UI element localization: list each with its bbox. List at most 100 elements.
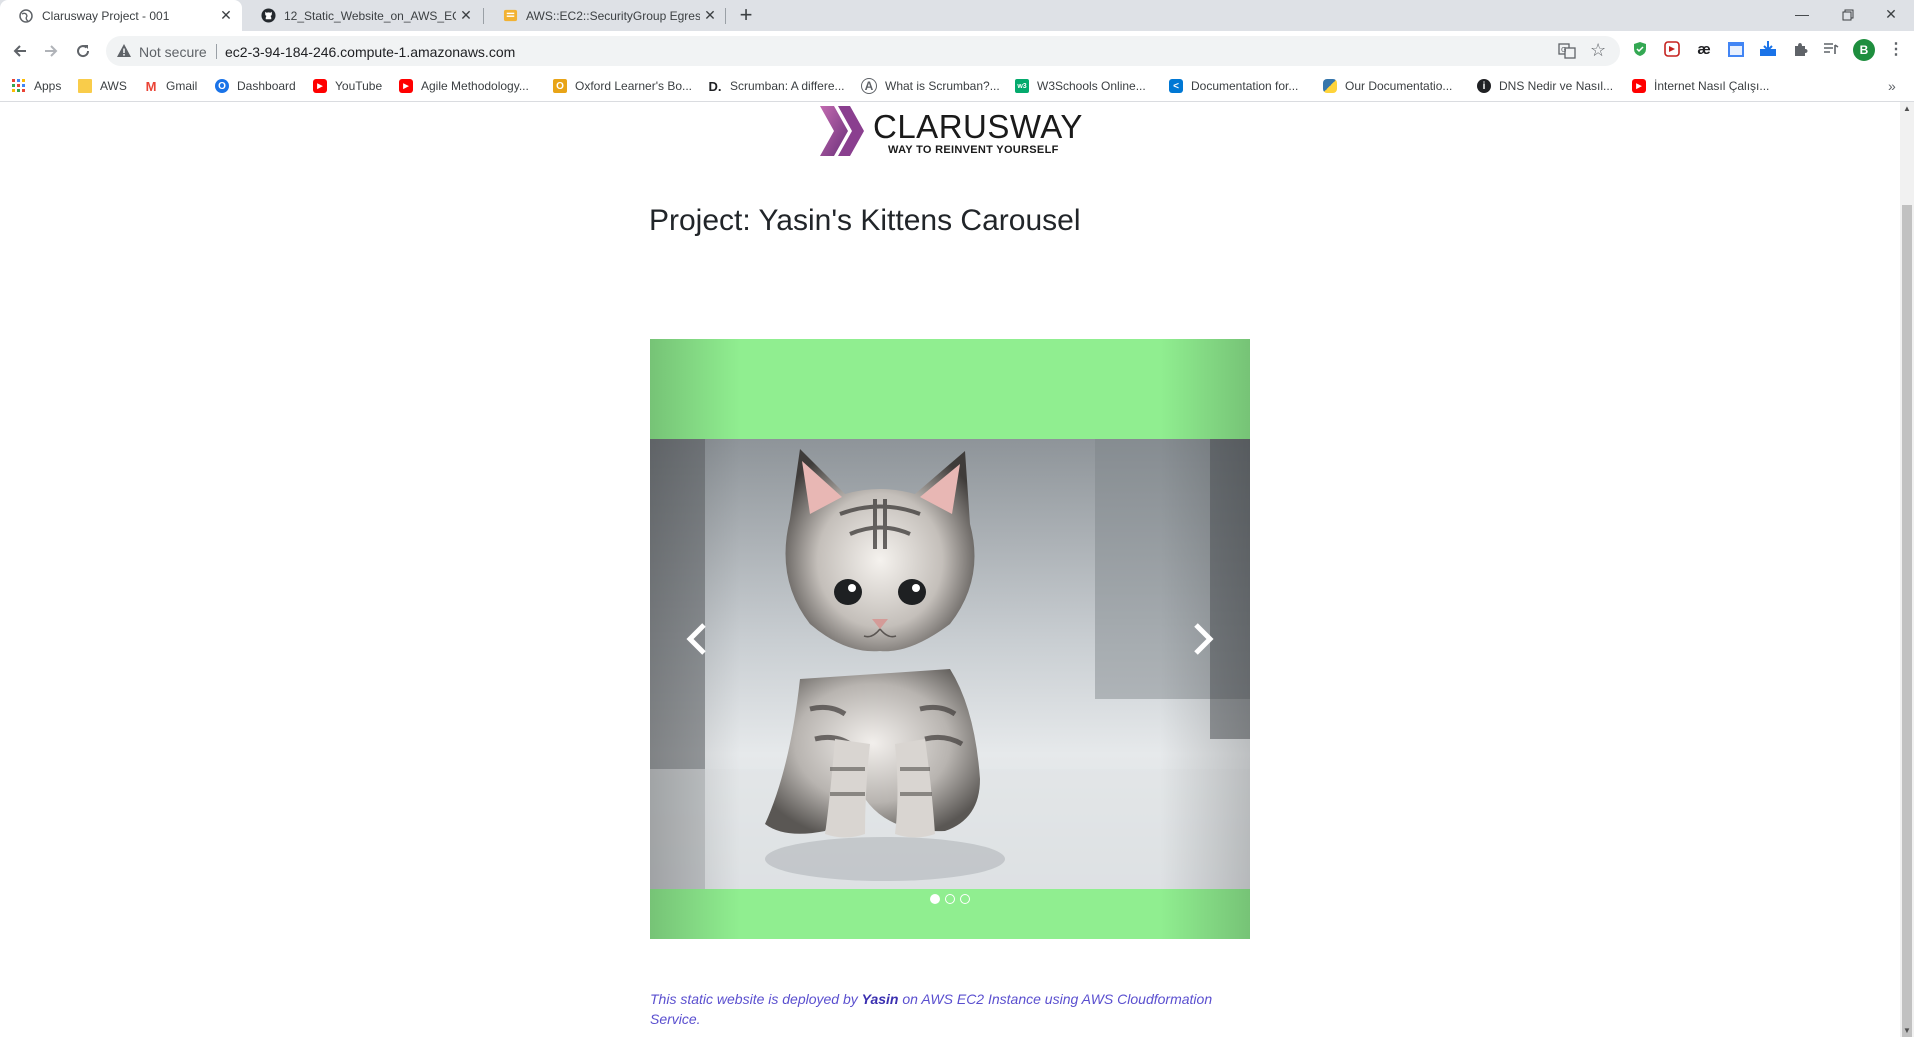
browser-toolbar: Not secure ec2-3-94-184-246.compute-1.am… bbox=[0, 31, 1914, 71]
bookmark-youtube[interactable]: ▶ YouTube bbox=[313, 77, 382, 95]
tab-aws-doc[interactable]: AWS::EC2::SecurityGroup Egress ✕ bbox=[484, 0, 726, 31]
bookmark-internet[interactable]: ▶ İnternet Nasıl Çalışı... bbox=[1632, 77, 1769, 95]
tab-separator bbox=[725, 8, 726, 24]
media-extension-icon[interactable] bbox=[1662, 39, 1682, 59]
chevron-right-icon bbox=[1194, 623, 1214, 655]
gmail-icon: M bbox=[145, 78, 157, 94]
bookmark-dns[interactable]: i DNS Nedir ve Nasıl... bbox=[1477, 77, 1613, 95]
info-icon: i bbox=[1477, 79, 1491, 93]
bookmark-label: Agile Methodology... bbox=[421, 79, 529, 93]
youtube-icon: ▶ bbox=[1632, 79, 1646, 93]
bookmark-what-is-scrumban[interactable]: A What is Scrumban?... bbox=[861, 77, 1000, 95]
oxford-icon: O bbox=[553, 79, 567, 93]
reading-list-icon[interactable] bbox=[1821, 39, 1841, 59]
aws-doc-icon bbox=[502, 8, 518, 24]
vscode-icon: < bbox=[1169, 79, 1183, 93]
clarusway-chevron-icon bbox=[820, 106, 864, 156]
bookmark-label: W3Schools Online... bbox=[1037, 79, 1146, 93]
bookmark-oxford[interactable]: O Oxford Learner's Bo... bbox=[553, 77, 692, 95]
tab-github[interactable]: 12_Static_Website_on_AWS_EC2_ ✕ bbox=[242, 0, 482, 31]
not-secure-label[interactable]: Not secure bbox=[139, 44, 207, 60]
restore-button[interactable] bbox=[1825, 0, 1871, 31]
scroll-up-arrow-icon[interactable]: ▲ bbox=[1903, 104, 1911, 113]
browser-menu-icon[interactable]: ⋮ bbox=[1886, 39, 1906, 59]
shield-extension-icon[interactable] bbox=[1630, 39, 1650, 59]
bookmark-label: İnternet Nasıl Çalışı... bbox=[1654, 79, 1770, 93]
translate-icon[interactable]: G bbox=[1558, 42, 1576, 65]
tab-title: AWS::EC2::SecurityGroup Egress bbox=[526, 8, 700, 23]
bookmark-label: Gmail bbox=[166, 79, 198, 93]
w3schools-icon: w3 bbox=[1015, 79, 1029, 93]
close-tab-icon[interactable]: ✕ bbox=[456, 7, 476, 24]
carousel-indicator-3[interactable] bbox=[960, 894, 970, 904]
bookmark-label: YouTube bbox=[335, 79, 383, 93]
new-tab-button[interactable]: + bbox=[734, 4, 758, 28]
reload-button[interactable] bbox=[68, 36, 98, 66]
bookmarks-bar: Apps AWS M Gmail O Dashboard ▶ YouTube ▶… bbox=[0, 71, 1914, 102]
reload-icon bbox=[77, 45, 90, 58]
back-button[interactable] bbox=[5, 36, 35, 66]
calendar-extension-icon[interactable] bbox=[1726, 39, 1746, 59]
omnibox-divider bbox=[216, 44, 217, 59]
apps-grid-icon bbox=[12, 79, 26, 93]
clarusway-logo: CLARUSWAY WAY TO REINVENT YOURSELF bbox=[818, 104, 1083, 158]
dashboard-icon: O bbox=[215, 79, 229, 93]
folder-icon bbox=[78, 79, 92, 93]
logo-name: CLARUSWAY bbox=[873, 108, 1083, 145]
bookmark-our-documentation[interactable]: Our Documentatio... bbox=[1323, 77, 1452, 95]
bookmark-label: Oxford Learner's Bo... bbox=[575, 79, 693, 93]
puzzle-extensions-icon[interactable] bbox=[1790, 39, 1810, 59]
tab-clarusway-project[interactable]: Clarusway Project - 001 ✕ bbox=[0, 0, 242, 31]
close-tab-icon[interactable]: ✕ bbox=[700, 7, 720, 24]
youtube-icon: ▶ bbox=[313, 79, 327, 93]
globe-icon bbox=[18, 8, 34, 24]
carousel-indicator-2[interactable] bbox=[945, 894, 955, 904]
forward-arrow-icon bbox=[45, 45, 58, 57]
kitten-carousel[interactable] bbox=[650, 339, 1250, 939]
address-bar[interactable]: Not secure ec2-3-94-184-246.compute-1.am… bbox=[106, 36, 1620, 66]
bookmark-label: Our Documentatio... bbox=[1345, 79, 1453, 93]
carousel-prev-button[interactable] bbox=[678, 619, 718, 659]
minimize-button[interactable]: — bbox=[1779, 0, 1825, 31]
footer-author: Yasin bbox=[861, 991, 899, 1007]
scrollbar-thumb[interactable] bbox=[1902, 205, 1912, 1037]
youtube-icon: ▶ bbox=[399, 79, 413, 93]
bookmark-label: Apps bbox=[34, 79, 62, 93]
close-window-button[interactable]: ✕ bbox=[1868, 0, 1914, 31]
ae-extension-icon[interactable]: æ bbox=[1694, 39, 1714, 59]
close-tab-icon[interactable]: ✕ bbox=[216, 7, 236, 24]
scroll-down-arrow-icon[interactable]: ▼ bbox=[1903, 1026, 1911, 1035]
bookmark-documentation[interactable]: < Documentation for... bbox=[1169, 77, 1298, 95]
chevron-left-icon bbox=[686, 623, 706, 655]
warning-icon[interactable] bbox=[116, 43, 132, 64]
carousel-indicators bbox=[650, 894, 1250, 910]
bookmark-label: What is Scrumban?... bbox=[885, 79, 1000, 93]
d-icon: D. bbox=[708, 78, 722, 94]
carousel-indicator-1[interactable] bbox=[930, 894, 940, 904]
bookmark-apps[interactable]: Apps bbox=[12, 77, 61, 95]
more-bookmarks-icon[interactable]: » bbox=[1888, 77, 1896, 95]
bookmark-label: DNS Nedir ve Nasıl... bbox=[1499, 79, 1614, 93]
bookmark-star-icon[interactable]: ☆ bbox=[1590, 40, 1606, 61]
profile-avatar[interactable]: B bbox=[1853, 39, 1875, 61]
github-icon bbox=[260, 8, 276, 24]
back-arrow-icon bbox=[13, 45, 26, 57]
bookmark-scrumban[interactable]: D. Scrumban: A differe... bbox=[708, 77, 845, 95]
a-icon: A bbox=[861, 78, 877, 94]
footer-text-before: This static website is deployed by bbox=[650, 991, 858, 1007]
bookmark-agile[interactable]: ▶ Agile Methodology... bbox=[399, 77, 529, 95]
bookmark-label: Scrumban: A differe... bbox=[730, 79, 845, 93]
forward-button[interactable] bbox=[36, 36, 66, 66]
tab-strip: Clarusway Project - 001 ✕ 12_Static_Webs… bbox=[0, 0, 1914, 31]
page-title: Project: Yasin's Kittens Carousel bbox=[649, 204, 1081, 237]
tab-title: Clarusway Project - 001 bbox=[42, 8, 170, 23]
url-text[interactable]: ec2-3-94-184-246.compute-1.amazonaws.com bbox=[225, 44, 515, 60]
download-extension-icon[interactable] bbox=[1758, 39, 1778, 59]
bookmark-w3schools[interactable]: w3 W3Schools Online... bbox=[1015, 77, 1146, 95]
carousel-next-button[interactable] bbox=[1182, 619, 1222, 659]
bookmark-gmail[interactable]: M Gmail bbox=[144, 77, 198, 95]
bookmark-label: Dashboard bbox=[237, 79, 296, 93]
bookmark-label: Documentation for... bbox=[1191, 79, 1299, 93]
bookmark-aws[interactable]: AWS bbox=[78, 77, 127, 95]
bookmark-dashboard[interactable]: O Dashboard bbox=[215, 77, 296, 95]
